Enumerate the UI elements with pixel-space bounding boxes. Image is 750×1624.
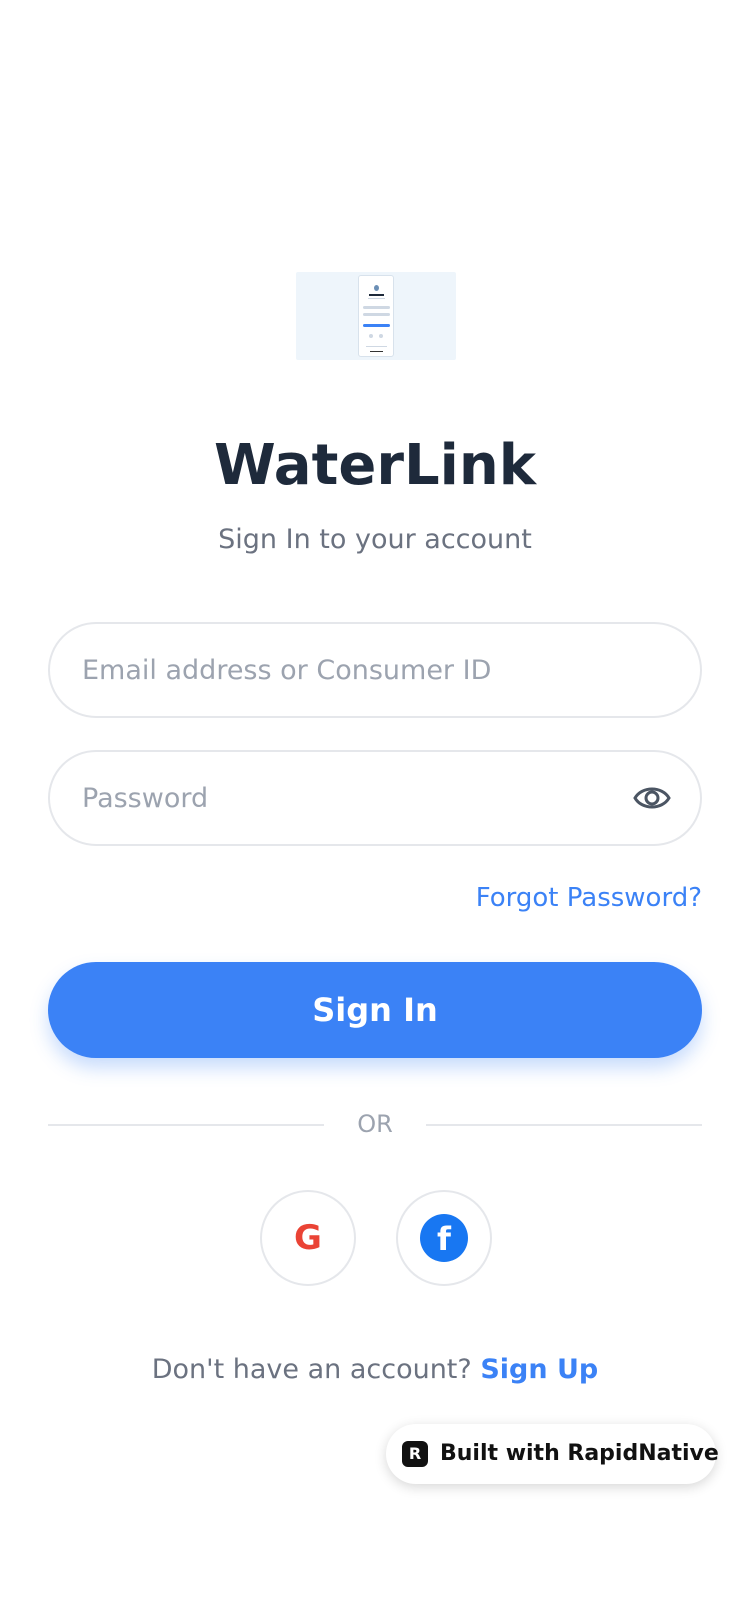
eye-icon[interactable] — [632, 780, 672, 816]
sign-up-row: Don't have an account? Sign Up — [0, 1350, 750, 1390]
rapidnative-icon: R — [402, 1441, 428, 1467]
app-title: WaterLink — [214, 433, 536, 498]
logo-phone-preview — [358, 275, 394, 357]
google-sign-in-button[interactable]: G — [260, 1190, 356, 1286]
password-field[interactable] — [82, 752, 602, 844]
email-field[interactable] — [82, 624, 672, 716]
divider-line-left — [48, 1124, 324, 1126]
app-logo-image — [296, 272, 456, 360]
facebook-sign-in-button[interactable]: f — [396, 1190, 492, 1286]
page-subtitle: Sign In to your account — [218, 524, 532, 555]
sign-up-link[interactable]: Sign Up — [480, 1354, 598, 1385]
built-with-badge[interactable]: R Built with RapidNative — [386, 1424, 719, 1484]
email-field-container[interactable] — [48, 622, 702, 718]
badge-label: Built with RapidNative — [440, 1441, 719, 1466]
password-field-container[interactable] — [48, 750, 702, 846]
sign-in-button[interactable]: Sign In — [48, 962, 702, 1058]
forgot-password-link[interactable]: Forgot Password? — [476, 878, 702, 918]
divider-line-right — [426, 1124, 702, 1126]
sign-up-prompt: Don't have an account? — [151, 1354, 472, 1385]
or-divider-label: OR — [357, 1110, 393, 1138]
facebook-icon: f — [420, 1214, 468, 1262]
google-icon: G — [294, 1218, 322, 1258]
